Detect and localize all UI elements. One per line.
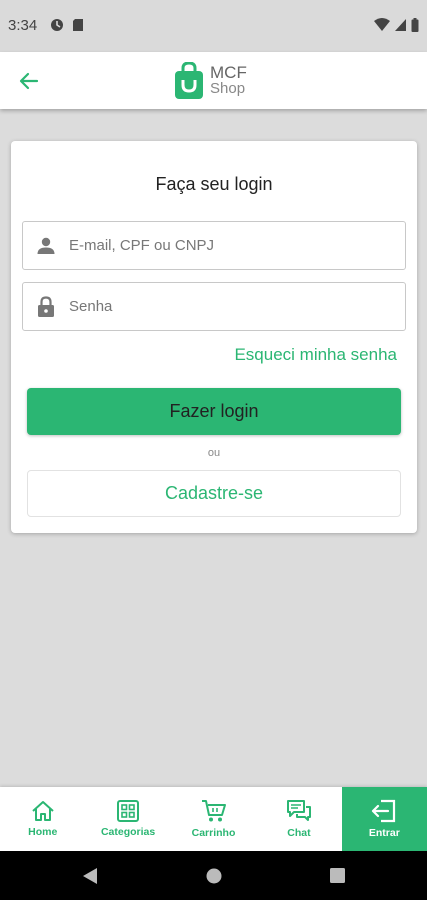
forgot-password-link[interactable]: Esqueci minha senha xyxy=(234,345,397,365)
status-left-icons xyxy=(50,18,84,32)
logo-title: MCF xyxy=(210,63,247,82)
email-field[interactable] xyxy=(22,221,406,270)
sim-card-icon xyxy=(73,19,83,31)
nav-item-entrar[interactable]: Entrar xyxy=(341,787,427,851)
login-button[interactable]: Fazer login xyxy=(27,388,401,435)
battery-icon xyxy=(411,18,419,32)
login-icon xyxy=(372,799,396,823)
nav-label-categorias: Categorias xyxy=(100,826,156,838)
lock-icon xyxy=(23,295,69,318)
back-button[interactable] xyxy=(14,68,44,94)
signal-icon xyxy=(395,19,406,31)
logo-subtitle: Shop xyxy=(210,80,246,97)
separator-text: ou xyxy=(207,447,221,459)
nav-label-home: Home xyxy=(28,826,58,838)
app-bar: MCF Shop xyxy=(0,52,427,109)
wifi-icon xyxy=(374,18,390,31)
status-right-icons xyxy=(374,18,419,32)
nav-item-carrinho[interactable]: Carrinho xyxy=(171,787,256,851)
system-nav-bar xyxy=(0,851,427,900)
bottom-nav: Home Categorias Carrinho Chat Entrar xyxy=(0,787,427,851)
shopping-bag-icon xyxy=(175,62,203,99)
grid-icon xyxy=(117,800,140,822)
back-triangle-icon[interactable] xyxy=(82,867,98,885)
chat-icon xyxy=(286,800,311,821)
cart-icon xyxy=(201,800,226,822)
status-bar: 3:34 xyxy=(0,0,427,52)
login-card: Faça seu login Esqueci minha senha Fazer… xyxy=(11,141,417,533)
home-circle-icon[interactable] xyxy=(205,867,223,885)
home-icon xyxy=(32,801,54,821)
password-field[interactable] xyxy=(22,282,406,331)
signup-button[interactable]: Cadastre-se xyxy=(27,470,401,517)
login-title: Faça seu login xyxy=(155,174,273,194)
notification-icon xyxy=(51,19,63,31)
nav-item-home[interactable]: Home xyxy=(0,787,85,851)
nav-label-chat: Chat xyxy=(287,827,311,839)
nav-item-chat[interactable]: Chat xyxy=(256,787,341,851)
password-input[interactable] xyxy=(69,298,389,315)
status-time: 3:34 xyxy=(8,17,38,34)
email-input[interactable] xyxy=(69,237,389,254)
person-icon xyxy=(23,236,69,256)
nav-label-entrar: Entrar xyxy=(368,827,400,839)
arrow-left-icon xyxy=(19,72,39,90)
nav-item-categorias[interactable]: Categorias xyxy=(85,787,170,851)
recents-square-icon[interactable] xyxy=(329,867,346,884)
nav-label-carrinho: Carrinho xyxy=(191,827,236,839)
app-logo: MCF Shop xyxy=(174,62,247,100)
